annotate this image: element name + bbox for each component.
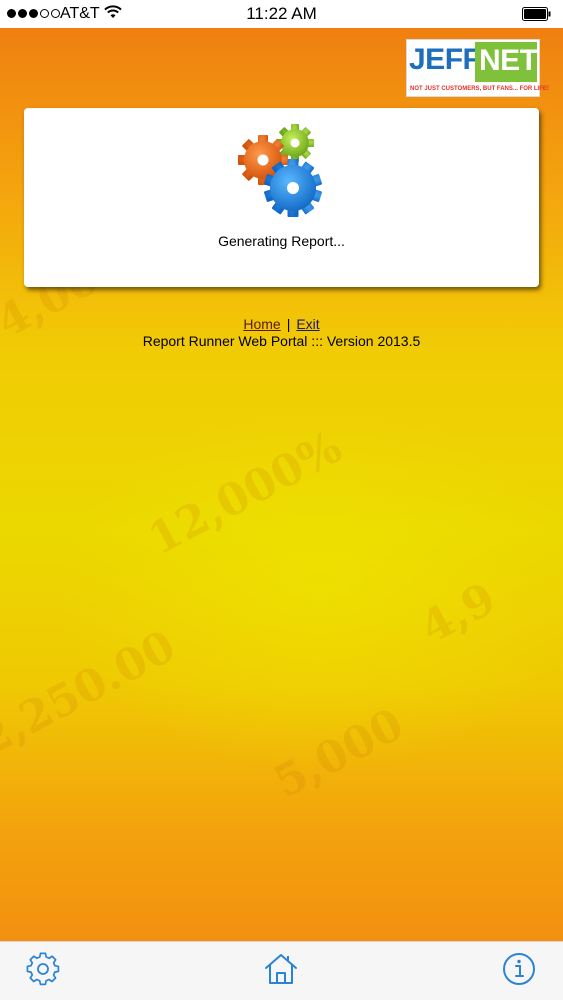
background-watermark: 2,250.00 [0, 620, 184, 767]
background-watermark: 4,9 [412, 573, 505, 654]
background-watermark: 5,000 [266, 698, 412, 809]
report-status-card: Generating Report... [24, 108, 539, 287]
gear-icon [26, 952, 60, 991]
background-watermark: 12,000% [140, 421, 350, 566]
clock: 11:22 AM [246, 4, 317, 23]
settings-button[interactable] [24, 952, 62, 990]
report-runner-page: 4,000% 12,000% 2,250.00 5,000 4,9 JEFF N… [0, 28, 563, 941]
info-button[interactable] [500, 952, 538, 990]
link-separator: | [286, 316, 291, 332]
home-icon [263, 952, 299, 991]
logo-tagline: NOT JUST CUSTOMERS, BUT FANS... FOR LIFE… [410, 86, 549, 92]
battery-icon [522, 7, 551, 21]
version-text: Report Runner Web Portal ::: Version 201… [142, 333, 421, 349]
status-bar: AT&T 11:22 AM [0, 0, 563, 28]
logo-text-net: NET [479, 44, 538, 77]
home-button[interactable] [262, 952, 300, 990]
bottom-toolbar [0, 941, 563, 1000]
jeffnet-logo: JEFF NET NOT JUST CUSTOMERS, BUT FANS...… [406, 39, 549, 97]
home-link[interactable]: Home [243, 316, 280, 332]
exit-link[interactable]: Exit [296, 316, 319, 332]
info-icon [502, 952, 536, 991]
gears-icon [237, 120, 327, 220]
report-status-text: Generating Report... [218, 233, 345, 249]
nav-links: Home | Exit [0, 316, 563, 332]
logo-text-jeff: JEFF [409, 43, 481, 76]
